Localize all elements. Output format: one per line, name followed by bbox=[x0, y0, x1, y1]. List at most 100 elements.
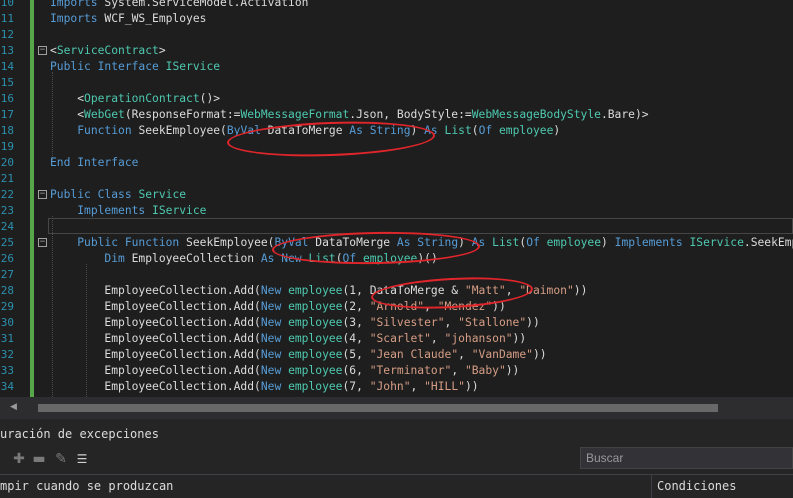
code-token: IService bbox=[689, 236, 744, 249]
code-token: SeekEmployee( bbox=[131, 124, 227, 137]
code-token: ServiceContract bbox=[56, 44, 159, 57]
code-token: "VanDame" bbox=[471, 348, 533, 361]
code-token: "Stallone" bbox=[458, 316, 527, 329]
code-token: < bbox=[50, 92, 85, 105]
code-token: "Silvester" bbox=[369, 316, 445, 329]
code-line[interactable]: EmployeeCollection.Add(New employee(6, "… bbox=[50, 363, 519, 379]
code-token: End Interface bbox=[50, 156, 139, 169]
code-line[interactable]: Public Class Service bbox=[50, 187, 186, 203]
panel-title: uración de excepciones bbox=[0, 427, 159, 441]
code-token: Dim bbox=[104, 252, 125, 265]
code-editor[interactable]: 10 11 12 13 14 15 16 17 18 19 20 21 22 23 24 25 26 27 28 29… bbox=[0, 0, 793, 397]
pencil-icon[interactable]: ✎ bbox=[54, 452, 68, 466]
code-token: WebMessageFormat bbox=[240, 108, 350, 121]
line-number: 32 bbox=[0, 348, 14, 361]
code-token: New bbox=[260, 284, 282, 297]
line-number-gutter: 10 11 12 13 14 15 16 17 18 19 20 21 22 23 24 25 26 27 28 29… bbox=[0, 0, 14, 397]
code-token: List bbox=[492, 236, 520, 249]
line-number: 10 bbox=[0, 0, 14, 9]
line-number: 26 bbox=[0, 252, 14, 265]
code-line[interactable]: Implements IService bbox=[50, 203, 206, 219]
code-token: Of bbox=[526, 236, 540, 249]
code-token: Imports bbox=[50, 12, 98, 25]
code-token: employee bbox=[546, 236, 602, 249]
line-number: 23 bbox=[0, 204, 14, 217]
code-token: Public Function bbox=[77, 236, 180, 249]
code-token: WebMessageBodyStyle bbox=[471, 108, 601, 121]
line-number: 15 bbox=[0, 76, 14, 89]
code-token: (2, bbox=[342, 300, 370, 313]
code-line[interactable]: EmployeeCollection.Add(New employee(3, "… bbox=[50, 315, 539, 331]
code-line[interactable]: End Interface bbox=[50, 155, 138, 171]
code-line[interactable]: Imports System.ServiceModel.Activation bbox=[50, 0, 308, 11]
horizontal-scrollbar-thumb[interactable] bbox=[38, 404, 718, 412]
collapse-toggle-interface[interactable]: − bbox=[38, 46, 47, 55]
code-token: .Json, BodyStyle:= bbox=[349, 108, 472, 121]
line-number: 12 bbox=[0, 28, 14, 41]
code-token: New bbox=[260, 364, 282, 377]
line-number: 25 bbox=[0, 236, 14, 249]
line-number: 31 bbox=[0, 332, 14, 345]
code-token: EmployeeCollection.Add( bbox=[50, 348, 261, 361]
code-line[interactable]: <ServiceContract> bbox=[50, 43, 166, 59]
line-number: 14 bbox=[0, 60, 14, 73]
code-token: Service bbox=[138, 188, 187, 201]
code-token: , bbox=[430, 332, 445, 345]
code-token: List bbox=[444, 124, 472, 137]
collapse-toggle-function[interactable]: − bbox=[38, 238, 47, 247]
code-token: employee bbox=[288, 332, 343, 345]
search-input[interactable]: Buscar bbox=[580, 447, 793, 469]
line-number: 16 bbox=[0, 92, 14, 105]
line-number: 30 bbox=[0, 316, 14, 329]
minus-icon[interactable]: ▬ bbox=[32, 452, 46, 466]
line-number: 19 bbox=[0, 140, 14, 153]
line-number: 20 bbox=[0, 156, 14, 169]
code-token: )) bbox=[505, 364, 520, 377]
code-token: , bbox=[451, 364, 465, 377]
list-icon[interactable]: ☰ bbox=[75, 452, 89, 466]
code-token: employee bbox=[288, 316, 343, 329]
scroll-left-arrow-icon[interactable]: ◀ bbox=[10, 402, 17, 412]
code-token: EmployeeCollection.Add( bbox=[50, 284, 261, 297]
code-token: New bbox=[260, 316, 282, 329]
code-token: .SeekEmployee bbox=[743, 236, 793, 249]
code-token: (5, bbox=[342, 348, 370, 361]
code-token: "HILL" bbox=[424, 380, 465, 393]
line-number: 28 bbox=[0, 284, 14, 297]
code-token: Function bbox=[77, 124, 132, 137]
code-line[interactable]: <OperationContract()> bbox=[50, 91, 220, 107]
code-token: "Baby" bbox=[464, 364, 506, 377]
code-token: )) bbox=[464, 380, 479, 393]
code-token: EmployeeCollection.Add( bbox=[50, 332, 261, 345]
collapse-toggle-class[interactable]: − bbox=[38, 190, 47, 199]
column-header-conditions[interactable]: Condiciones bbox=[657, 479, 736, 493]
code-line[interactable]: EmployeeCollection.Add(New employee(7, "… bbox=[50, 379, 479, 395]
code-token: employee bbox=[288, 348, 343, 361]
code-token: ) bbox=[601, 236, 615, 249]
code-line[interactable]: Public Interface IService bbox=[50, 59, 220, 75]
code-token: "Terminator" bbox=[369, 364, 452, 377]
plus-icon[interactable]: ✚ bbox=[12, 452, 26, 466]
code-token: Public Interface bbox=[50, 60, 159, 73]
code-token: EmployeeCollection.Add( bbox=[50, 380, 261, 393]
code-token: OperationContract bbox=[84, 92, 200, 105]
code-token: "Scarlet" bbox=[369, 332, 431, 345]
code-token: New bbox=[260, 348, 282, 361]
code-line[interactable]: Imports WCF_WS_Employes bbox=[50, 11, 206, 27]
column-separator bbox=[651, 474, 652, 498]
code-line[interactable]: EmployeeCollection.Add(New employee(4, "… bbox=[50, 331, 526, 347]
code-line[interactable]: EmployeeCollection.Add(New employee(5, "… bbox=[50, 347, 546, 363]
code-token: New bbox=[260, 300, 282, 313]
code-token: )) bbox=[573, 284, 588, 297]
code-token: WebGet bbox=[84, 108, 125, 121]
code-token: ) bbox=[553, 124, 561, 137]
column-header-break-when-thrown[interactable]: mpir cuando se produzcan bbox=[0, 479, 173, 493]
code-token: employee bbox=[288, 300, 343, 313]
code-token: New bbox=[260, 332, 282, 345]
code-token: > bbox=[158, 44, 166, 57]
code-token: WCF_WS_Employes bbox=[97, 12, 207, 25]
code-token: Implements bbox=[77, 204, 146, 217]
code-line[interactable]: <WebGet(ResponseFormat:=WebMessageFormat… bbox=[50, 107, 648, 123]
